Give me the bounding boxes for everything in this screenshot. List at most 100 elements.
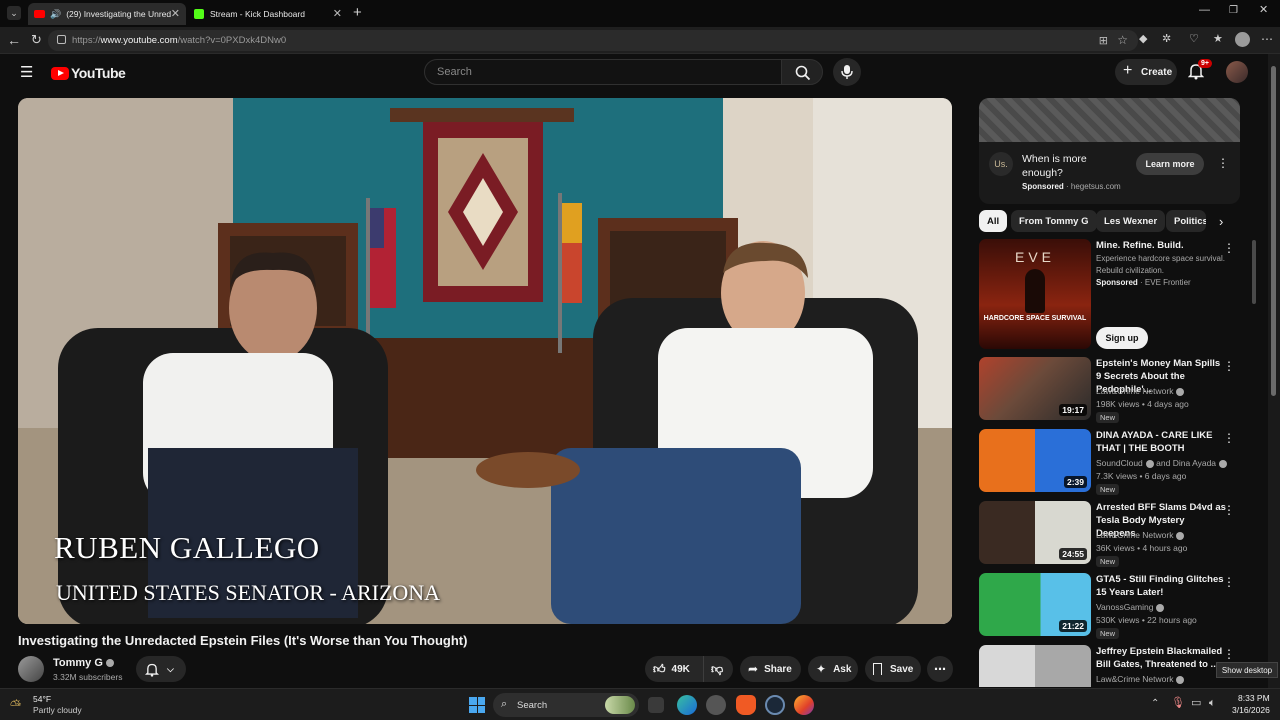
microphone-icon[interactable]: 🎙︎ [1171, 698, 1185, 709]
site-info-icon[interactable] [57, 35, 66, 44]
more-vertical-icon[interactable]: ⋮ [1217, 156, 1229, 170]
restore-icon[interactable]: ❐ [1229, 6, 1238, 16]
sidebar-scrollbar-thumb[interactable] [1252, 240, 1256, 304]
network-icon[interactable]: ▭ [1191, 698, 1201, 709]
start-button[interactable] [469, 697, 485, 713]
extension-icon[interactable]: ◆ [1139, 34, 1147, 45]
video-title: Jeffrey Epstein Blackmailed Bill Gates, … [1096, 646, 1223, 670]
channel-name: Law&Crime Network [1096, 530, 1174, 540]
menu-icon[interactable]: ☰ [20, 65, 33, 80]
subscription-bell-button[interactable]: ⌵ [136, 656, 186, 682]
plus-icon: + [1123, 62, 1133, 79]
chevron-right-icon[interactable]: › [1219, 214, 1223, 229]
new-tab-icon[interactable]: + [353, 5, 362, 20]
verified-icon [1145, 459, 1154, 468]
minimize-icon[interactable]: — [1199, 5, 1210, 16]
more-vertical-icon[interactable]: ⋮ [1223, 359, 1235, 373]
like-button[interactable]: 👍︎ 49K [645, 656, 703, 682]
speaker-icon[interactable]: 🔊 [50, 9, 61, 20]
url-host: www.youtube.com [100, 35, 178, 46]
share-icon: ➦ [748, 662, 759, 676]
profile-icon[interactable] [1235, 32, 1250, 47]
browser-essentials-icon[interactable]: ♡ [1189, 34, 1199, 45]
reader-mode-icon[interactable]: ⊞ [1099, 34, 1108, 47]
recommended-video[interactable]: 21:22 GTA5 - Still Finding Glitches 15 Y… [979, 573, 1239, 639]
tab-actions-icon[interactable]: ⌄ [7, 6, 21, 20]
search-button[interactable] [781, 59, 823, 85]
video-title: Investigating the Unredacted Epstein Fil… [18, 633, 468, 648]
voice-search-button[interactable] [833, 58, 861, 86]
extensions-puzzle-icon[interactable]: ✲ [1162, 34, 1171, 45]
youtube-header: ☰ YouTube Search + Create 9+ [0, 54, 1268, 90]
recommended-video[interactable]: Jeffrey Epstein Blackmailed Bill Gates, … [979, 645, 1239, 687]
tab-youtube[interactable]: 🔊 (29) Investigating the Unreda ✕ [28, 3, 186, 25]
chip-label: All [987, 215, 1000, 227]
brave-browser-icon[interactable] [736, 695, 756, 715]
create-button[interactable]: + Create [1115, 59, 1177, 85]
weather-widget[interactable]: ⛅︎ 54°F Partly cloudy [10, 694, 120, 716]
scrollbar-thumb[interactable] [1271, 66, 1276, 396]
dislike-button[interactable]: 👎︎ [703, 656, 733, 682]
edge-browser-icon[interactable] [677, 695, 697, 715]
sponsored-ad-card[interactable]: Us. When is more enough? Sponsored · heg… [979, 98, 1240, 204]
kick-favicon-icon [194, 9, 204, 19]
search-input[interactable]: Search [424, 59, 782, 85]
ask-button[interactable]: ✦ Ask [808, 656, 858, 682]
volume-icon[interactable]: 🔈︎ [1209, 698, 1216, 709]
save-button[interactable]: Save [865, 656, 921, 682]
taskbar-search[interactable]: ⌕ Search [493, 693, 639, 717]
steam-icon[interactable] [765, 695, 785, 715]
recommended-video[interactable]: 24:55 Arrested BFF Slams D4vd as Tesla B… [979, 501, 1239, 567]
notifications-button[interactable]: 9+ [1187, 59, 1212, 82]
close-window-icon[interactable]: ✕ [1259, 5, 1268, 16]
refresh-icon[interactable]: ↻ [31, 33, 42, 46]
tab-kick[interactable]: Stream - Kick Dashboard ✕ [188, 3, 348, 25]
channel-name[interactable]: Tommy G [53, 657, 114, 669]
clock-time[interactable]: 8:33 PM [1238, 693, 1270, 703]
sign-up-button[interactable]: Sign up [1096, 327, 1148, 349]
address-bar[interactable]: https://www.youtube.com/watch?v=0PXDxk4D… [48, 30, 1138, 51]
youtube-favicon-icon [34, 10, 45, 18]
lower-third-name: RUBEN GALLEGO [54, 530, 320, 565]
page-scrollbar[interactable] [1268, 54, 1280, 688]
chip-all[interactable]: All [979, 210, 1008, 232]
close-tab-icon[interactable]: ✕ [171, 7, 180, 20]
favorites-icon[interactable]: ★ [1213, 34, 1223, 45]
verified-icon [1156, 603, 1165, 612]
app-icon[interactable] [706, 695, 726, 715]
more-vertical-icon[interactable]: ⋮ [1223, 647, 1235, 661]
back-icon[interactable]: ← [7, 33, 21, 47]
close-tab-icon[interactable]: ✕ [333, 7, 342, 20]
recommended-video[interactable]: 19:17 Epstein's Money Man Spills 9 Secre… [979, 357, 1239, 423]
new-badge: New [1096, 628, 1120, 639]
promo-sponsored-label: Sponsored [1096, 278, 1138, 287]
more-actions-button[interactable]: ⋯ [927, 656, 953, 682]
channel-avatar[interactable] [18, 656, 44, 682]
more-vertical-icon[interactable]: ⋮ [1223, 431, 1235, 445]
firefox-icon[interactable] [794, 695, 814, 715]
youtube-logo[interactable]: YouTube [51, 65, 126, 81]
clock-date[interactable]: 3/16/2026 [1232, 705, 1270, 715]
share-button[interactable]: ➦ Share [740, 656, 801, 682]
lower-third-title: UNITED STATES SENATOR - ARIZONA [56, 580, 441, 605]
more-vertical-icon[interactable]: ⋮ [1223, 241, 1235, 255]
favorite-star-icon[interactable]: ☆ [1117, 33, 1128, 47]
more-vertical-icon[interactable]: ⋮ [1223, 575, 1235, 589]
chip-from-tommy-g[interactable]: From Tommy G [1011, 210, 1097, 232]
tab-youtube-label: (29) Investigating the Unreda [66, 9, 172, 19]
video-title: GTA5 - Still Finding Glitches 15 Years L… [1096, 574, 1224, 598]
chip-politics[interactable]: Politics [1166, 210, 1206, 232]
task-view-icon[interactable] [648, 697, 664, 713]
more-vertical-icon[interactable]: ⋮ [1223, 503, 1235, 517]
show-hidden-icons-icon[interactable]: ⌃ [1151, 699, 1159, 709]
promoted-video-card[interactable]: EVE HARDCORE SPACE SURVIVAL Mine. Refine… [979, 239, 1239, 351]
learn-more-label: Learn more [1145, 159, 1195, 169]
promo-description: Experience hardcore space survival. Rebu… [1096, 254, 1225, 275]
video-player[interactable]: RUBEN GALLEGO UNITED STATES SENATOR - AR… [18, 98, 952, 624]
account-avatar[interactable] [1226, 61, 1248, 83]
learn-more-button[interactable]: Learn more [1136, 153, 1204, 175]
chip-les-wexner[interactable]: Les Wexner [1096, 210, 1166, 232]
more-options-icon[interactable]: ⋯ [1261, 33, 1273, 45]
video-thumbnail: 24:55 [979, 501, 1091, 564]
recommended-video[interactable]: 2:39 DINA AYADA - CARE LIKE THAT | THE B… [979, 429, 1239, 495]
